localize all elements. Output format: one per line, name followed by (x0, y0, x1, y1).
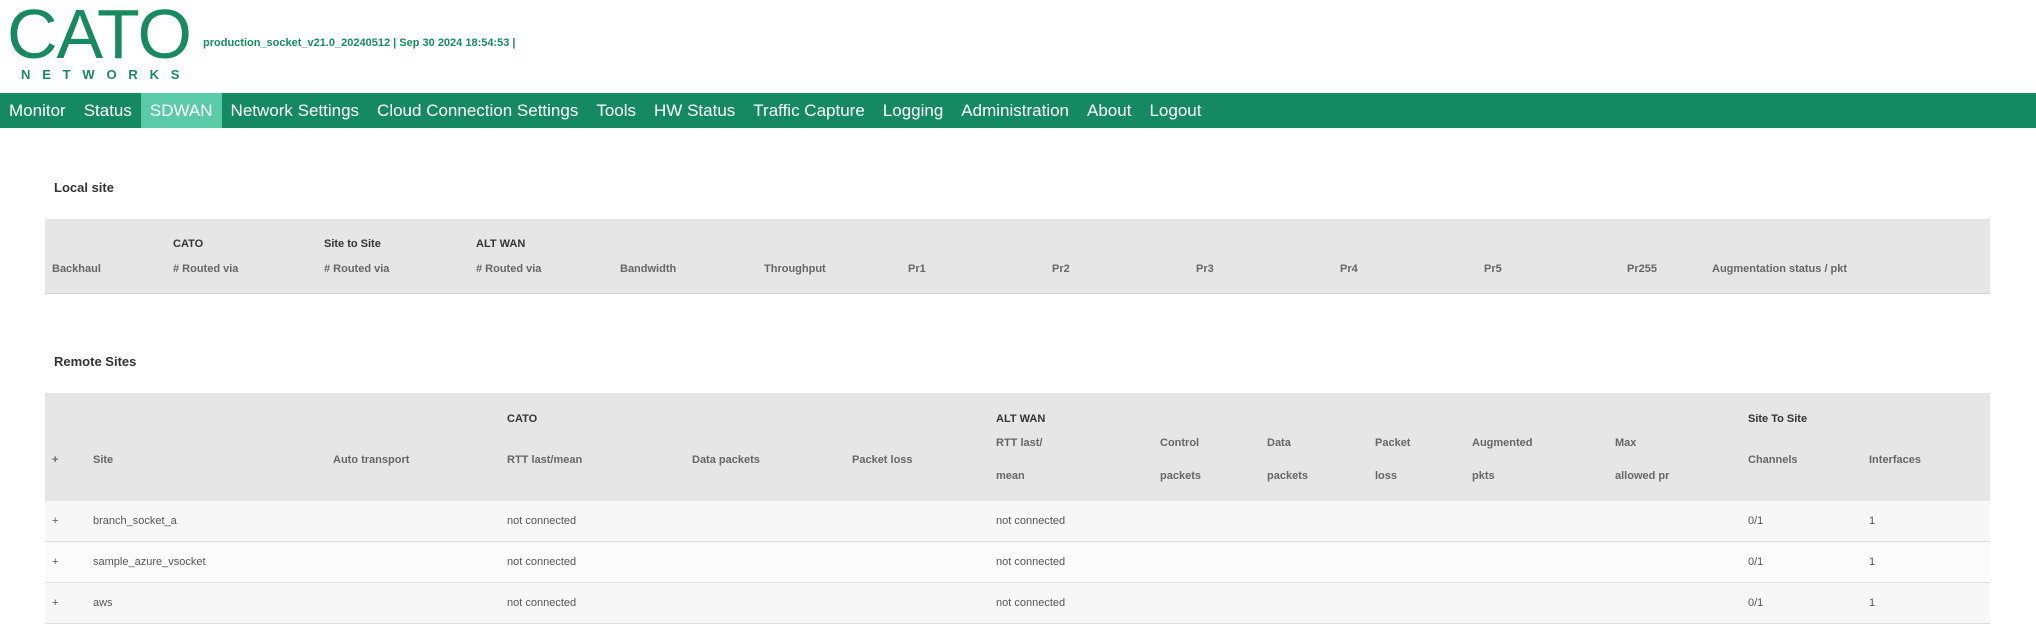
remote-sites-rows: + branch_socket_a not connected not conn… (45, 501, 1990, 624)
nav-hw-status[interactable]: HW Status (645, 93, 744, 128)
col-cato-packet-loss: Packet loss (852, 454, 913, 466)
col-control-packets: Control (1160, 437, 1200, 449)
col-interfaces: Interfaces (1869, 454, 1921, 466)
col-augmented-pkts-2: pkts (1472, 470, 1495, 482)
col-packet-loss-2: loss (1375, 470, 1398, 482)
channels: 0/1 (1748, 515, 1764, 527)
table-row: + branch_socket_a not connected not conn… (45, 501, 1990, 542)
nav-sdwan[interactable]: SDWAN (140, 93, 222, 128)
col-channels: Channels (1748, 454, 1798, 466)
col-backhaul: Backhaul (52, 263, 101, 275)
group-cato: CATO (173, 238, 204, 250)
logo-word: CATO (7, 0, 192, 73)
col-pr2: Pr2 (1052, 263, 1070, 275)
group-site-to-site: Site To Site (1748, 413, 1808, 425)
group-alt-wan: ALT WAN (996, 413, 1046, 425)
col-throughput: Throughput (764, 263, 826, 275)
channels: 0/1 (1748, 556, 1764, 568)
col-pr3: Pr3 (1196, 263, 1214, 275)
col-cato-rtt: RTT last/mean (507, 454, 583, 466)
col-control-packets-2: packets (1160, 470, 1201, 482)
col-data-packets: Data (1267, 437, 1291, 449)
alt-rtt: not connected (996, 515, 1066, 527)
cato-rtt: not connected (507, 515, 577, 527)
interfaces: 1 (1869, 515, 1876, 527)
col-pr255: Pr255 (1627, 263, 1657, 275)
col-altwan-routed-via: # Routed via (476, 263, 542, 275)
group-alt-wan: ALT WAN (476, 238, 526, 250)
col-expand: + (52, 454, 59, 466)
alt-rtt: not connected (996, 556, 1066, 568)
nav-traffic-capture[interactable]: Traffic Capture (744, 93, 874, 128)
nav-logging[interactable]: Logging (874, 93, 953, 128)
col-pr4: Pr4 (1340, 263, 1358, 275)
col-bandwidth: Bandwidth (620, 263, 677, 275)
main-nav: Monitor Status SDWAN Network Settings Cl… (0, 93, 2036, 128)
remote-sites-title: Remote Sites (54, 354, 137, 369)
cato-rtt: not connected (507, 597, 577, 609)
col-max-allowed-pr-2: allowed pr (1615, 470, 1670, 482)
col-packet-loss: Packet (1375, 437, 1411, 449)
interfaces: 1 (1869, 597, 1876, 609)
col-max-allowed-pr: Max (1615, 437, 1637, 449)
group-cato: CATO (507, 413, 538, 425)
col-alt-rtt-2: mean (996, 470, 1025, 482)
col-s2s-routed-via: # Routed via (324, 263, 390, 275)
expand-row-button[interactable]: + (52, 515, 58, 527)
nav-logout[interactable]: Logout (1140, 93, 1210, 128)
col-pr5: Pr5 (1484, 263, 1502, 275)
expand-row-button[interactable]: + (52, 556, 58, 568)
col-auto-transport: Auto transport (333, 454, 410, 466)
page-header: CATO NETWORKS production_socket_v21.0_20… (0, 0, 2036, 93)
local-site-title: Local site (54, 180, 114, 195)
site-name: aws (93, 597, 113, 609)
nav-about[interactable]: About (1078, 93, 1140, 128)
nav-status[interactable]: Status (75, 93, 141, 128)
nav-tools[interactable]: Tools (587, 93, 645, 128)
nav-monitor[interactable]: Monitor (0, 93, 75, 128)
version-info: production_socket_v21.0_20240512 | Sep 3… (203, 37, 516, 49)
col-site: Site (93, 454, 114, 466)
local-site-table-header: CATO Site to Site ALT WAN Backhaul # Rou… (45, 219, 1990, 294)
nav-cloud-connection-settings[interactable]: Cloud Connection Settings (368, 93, 587, 128)
col-augmented-pkts: Augmented (1472, 437, 1533, 449)
nav-administration[interactable]: Administration (952, 93, 1078, 128)
col-data-packets-2: packets (1267, 470, 1308, 482)
channels: 0/1 (1748, 597, 1764, 609)
table-row: + aws not connected not connected 0/1 1 (45, 583, 1990, 624)
remote-sites-table-header: CATO ALT WAN Site To Site + Site Auto tr… (45, 393, 1990, 502)
site-name: branch_socket_a (93, 515, 177, 527)
col-pr1: Pr1 (908, 263, 926, 275)
group-site-to-site: Site to Site (324, 238, 381, 250)
col-alt-rtt: RTT last/ (996, 437, 1043, 449)
expand-row-button[interactable]: + (52, 597, 58, 609)
site-name: sample_azure_vsocket (93, 556, 206, 568)
table-row: + sample_azure_vsocket not connected not… (45, 542, 1990, 583)
col-cato-data-packets: Data packets (692, 454, 760, 466)
col-augmentation-status: Augmentation status / pkt (1712, 263, 1848, 275)
logo-subtitle: NETWORKS (21, 67, 192, 82)
cato-rtt: not connected (507, 556, 577, 568)
alt-rtt: not connected (996, 597, 1066, 609)
nav-network-settings[interactable]: Network Settings (222, 93, 369, 128)
cato-networks-logo: CATO NETWORKS (7, 0, 192, 87)
col-cato-routed-via: # Routed via (173, 263, 239, 275)
interfaces: 1 (1869, 556, 1876, 568)
